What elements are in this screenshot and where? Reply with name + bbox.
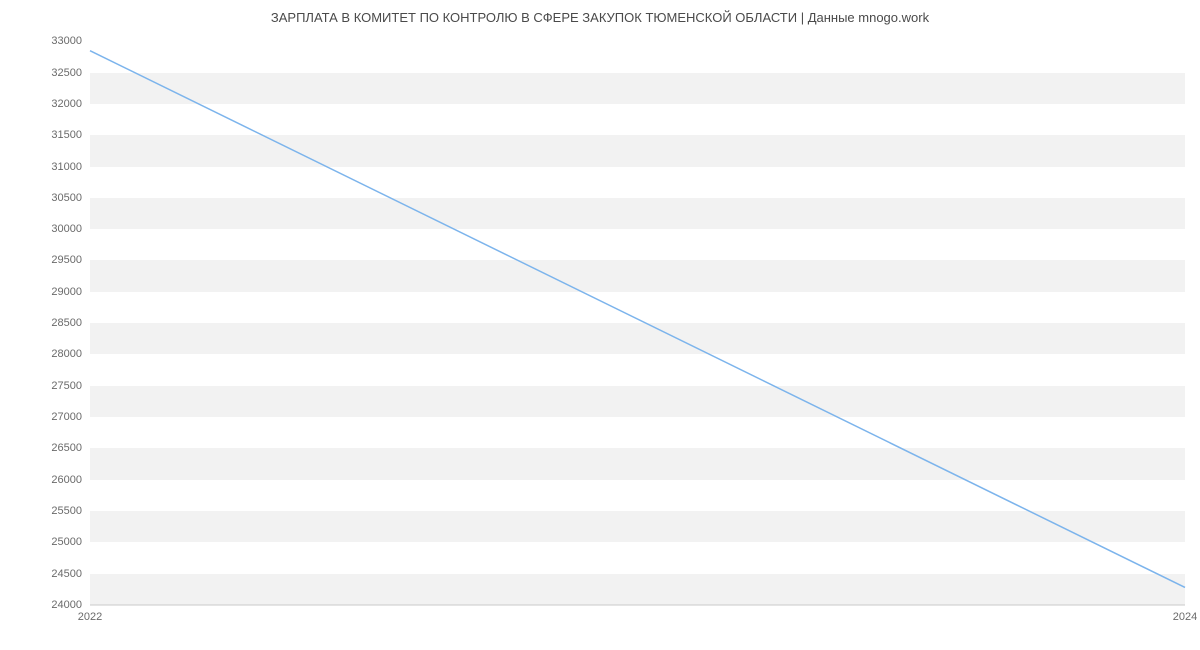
- y-tick-label: 27000: [51, 411, 82, 423]
- x-tick-label: 2024: [1173, 611, 1197, 623]
- y-tick-label: 24500: [51, 568, 82, 580]
- y-tick-label: 31000: [51, 161, 82, 173]
- y-tick-label: 32500: [51, 67, 82, 79]
- y-tick-label: 24000: [51, 599, 82, 611]
- y-tick-label: 28000: [51, 348, 82, 360]
- y-tick-label: 30000: [51, 223, 82, 235]
- y-tick-label: 25500: [51, 505, 82, 517]
- y-tick-label: 30500: [51, 192, 82, 204]
- y-tick-label: 26000: [51, 474, 82, 486]
- y-tick-label: 29000: [51, 286, 82, 298]
- y-tick-label: 26500: [51, 442, 82, 454]
- x-tick-label: 2022: [78, 611, 102, 623]
- y-tick-label: 27500: [51, 380, 82, 392]
- y-tick-label: 29500: [51, 254, 82, 266]
- y-tick-label: 33000: [51, 35, 82, 47]
- chart-title: ЗАРПЛАТА В КОМИТЕТ ПО КОНТРОЛЮ В СФЕРЕ З…: [0, 0, 1200, 25]
- y-tick-label: 25000: [51, 536, 82, 548]
- y-tick-label: 28500: [51, 317, 82, 329]
- chart-plot-area: 2400024500250002550026000265002700027500…: [90, 35, 1185, 605]
- y-tick-label: 31500: [51, 129, 82, 141]
- data-series-line: [90, 51, 1185, 588]
- chart-svg: [90, 35, 1185, 605]
- y-tick-label: 32000: [51, 98, 82, 110]
